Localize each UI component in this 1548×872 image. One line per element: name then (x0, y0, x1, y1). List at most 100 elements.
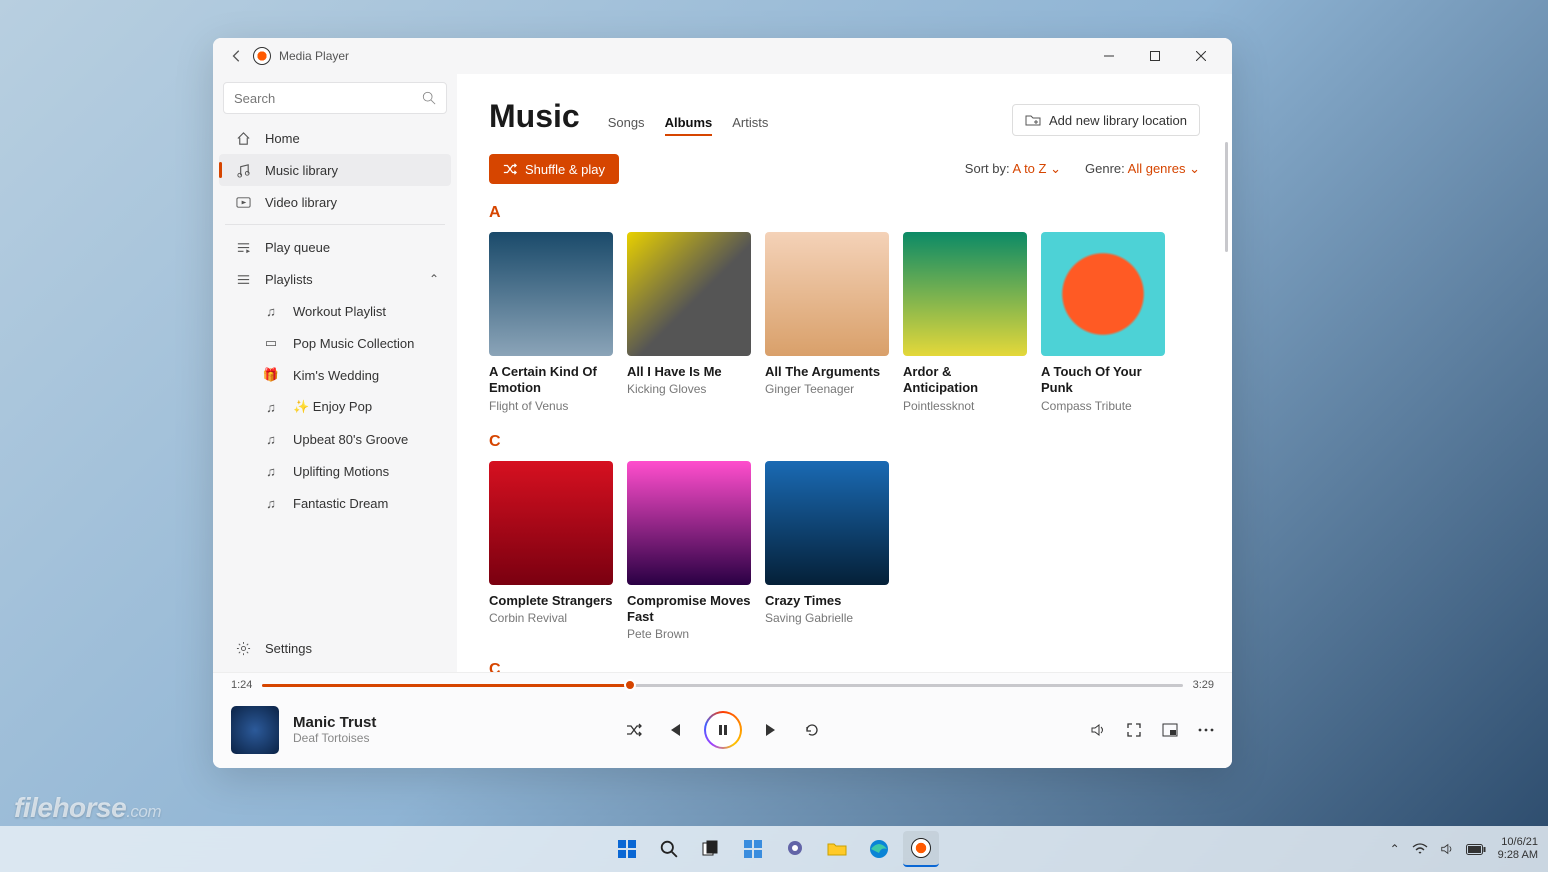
album-title: Complete Strangers (489, 593, 613, 609)
now-playing-artwork[interactable] (231, 706, 279, 754)
play-pause-button[interactable] (704, 711, 742, 749)
sidebar-item-home[interactable]: Home (219, 122, 451, 154)
chevron-down-icon: ⌄ (1189, 161, 1200, 176)
playlist-item[interactable]: ♫Upbeat 80's Groove (219, 423, 451, 455)
system-tray: ⌃ 10/6/21 9:28 AM (1390, 836, 1538, 861)
tab-songs[interactable]: Songs (608, 115, 645, 136)
sidebar-item-play-queue[interactable]: Play queue (219, 231, 451, 263)
playlist-item[interactable]: ♫Workout Playlist (219, 295, 451, 327)
album-card[interactable]: Ardor & AnticipationPointlessknot (903, 232, 1027, 413)
playlist-item[interactable]: ♫Fantastic Dream (219, 487, 451, 519)
minimize-button[interactable] (1086, 38, 1132, 74)
playlist-label: Uplifting Motions (293, 464, 389, 479)
tray-overflow-icon[interactable]: ⌃ (1390, 842, 1400, 856)
playlist-icon (233, 272, 253, 287)
more-button[interactable] (1198, 728, 1214, 732)
volume-tray-icon[interactable] (1440, 842, 1454, 856)
miniplayer-button[interactable] (1162, 722, 1178, 738)
now-playing-title: Manic Trust (293, 714, 376, 731)
widgets-icon[interactable] (735, 831, 771, 867)
shuffle-button[interactable] (624, 720, 644, 740)
album-artist: Saving Gabrielle (765, 611, 889, 625)
album-card[interactable]: A Certain Kind Of Emotion Flight of Venus (489, 232, 613, 413)
genre-label: Genre: (1085, 161, 1125, 176)
album-card[interactable]: All The ArgumentsGinger Teenager (765, 232, 889, 413)
genre-dropdown[interactable]: Genre: All genres ⌄ (1085, 161, 1200, 177)
volume-button[interactable] (1090, 722, 1106, 738)
tab-artists[interactable]: Artists (732, 115, 768, 136)
sidebar-item-label: Play queue (265, 240, 330, 255)
collection-icon: ▭ (261, 335, 281, 351)
home-icon (233, 131, 253, 146)
album-card[interactable]: All I Have Is MeKicking Gloves (627, 232, 751, 413)
search-input[interactable]: Search (223, 82, 447, 114)
album-cover (627, 461, 751, 585)
album-artist: Corbin Revival (489, 611, 613, 625)
folder-add-icon (1025, 113, 1041, 127)
search-taskbar-icon[interactable] (651, 831, 687, 867)
chevron-down-icon: ⌄ (1050, 161, 1061, 176)
toolbar: Shuffle & play Sort by: A to Z ⌄ Genre: … (489, 154, 1200, 184)
section-letter[interactable]: C (489, 661, 1200, 672)
album-cover (765, 232, 889, 356)
section-letter[interactable]: C (489, 433, 1200, 451)
start-button[interactable] (609, 831, 645, 867)
divider (225, 224, 445, 225)
album-cover (489, 461, 613, 585)
shuffle-play-button[interactable]: Shuffle & play (489, 154, 619, 184)
wifi-icon[interactable] (1412, 843, 1428, 855)
section-letter[interactable]: A (489, 204, 1200, 222)
sidebar-item-label: Video library (265, 195, 337, 210)
close-button[interactable] (1178, 38, 1224, 74)
sidebar-item-settings[interactable]: Settings (219, 632, 451, 664)
album-title: Crazy Times (765, 593, 889, 609)
album-card[interactable]: Crazy Times Saving Gabrielle (765, 461, 889, 642)
progress-track[interactable] (262, 684, 1182, 687)
sidebar-item-playlists[interactable]: Playlists ⌃ (219, 263, 451, 295)
music-icon (233, 163, 253, 178)
music-icon: ♫ (261, 400, 281, 415)
album-card[interactable]: Complete Strangers Corbin Revival (489, 461, 613, 642)
task-view-icon[interactable] (693, 831, 729, 867)
album-artist: Compass Tribute (1041, 399, 1165, 413)
sidebar-item-label: Music library (265, 163, 338, 178)
controls-row: Manic Trust Deaf Tortoises (213, 691, 1232, 768)
maximize-button[interactable] (1132, 38, 1178, 74)
playlist-item[interactable]: ♫✨ Enjoy Pop (219, 391, 451, 423)
album-artist: Pointlessknot (903, 399, 1027, 413)
taskbar-center (609, 831, 939, 867)
edge-icon[interactable] (861, 831, 897, 867)
playlist-item[interactable]: ▭Pop Music Collection (219, 327, 451, 359)
media-player-taskbar-icon[interactable] (903, 831, 939, 867)
battery-icon[interactable] (1466, 844, 1486, 855)
file-explorer-icon[interactable] (819, 831, 855, 867)
album-cover (765, 461, 889, 585)
tray-clock[interactable]: 10/6/21 9:28 AM (1498, 836, 1538, 861)
playlist-item[interactable]: 🎁Kim's Wedding (219, 359, 451, 391)
sort-by-dropdown[interactable]: Sort by: A to Z ⌄ (965, 161, 1061, 177)
album-title: A Certain Kind Of Emotion (489, 364, 613, 397)
tab-albums[interactable]: Albums (665, 115, 713, 136)
sidebar-item-video-library[interactable]: Video library (219, 186, 451, 218)
watermark-text: filehorse (14, 792, 126, 823)
progress-knob[interactable] (624, 679, 636, 691)
sidebar-item-label: Playlists (265, 272, 313, 287)
fullscreen-button[interactable] (1126, 722, 1142, 738)
playlist-label: Kim's Wedding (293, 368, 379, 383)
total-time: 3:29 (1193, 679, 1214, 691)
chat-icon[interactable] (777, 831, 813, 867)
album-card[interactable]: A Touch Of Your PunkCompass Tribute (1041, 232, 1165, 413)
album-cover (627, 232, 751, 356)
taskbar: ⌃ 10/6/21 9:28 AM (0, 826, 1548, 872)
sidebar-item-music-library[interactable]: Music library (219, 154, 451, 186)
scrollbar[interactable] (1225, 142, 1228, 252)
repeat-button[interactable] (802, 720, 822, 740)
album-card[interactable]: Compromise Moves FastPete Brown (627, 461, 751, 642)
album-artist: Flight of Venus (489, 399, 613, 413)
album-artist: Pete Brown (627, 627, 751, 641)
add-library-location-button[interactable]: Add new library location (1012, 104, 1200, 136)
playlist-item[interactable]: ♫Uplifting Motions (219, 455, 451, 487)
back-button[interactable] (221, 49, 253, 63)
previous-button[interactable] (664, 720, 684, 740)
next-button[interactable] (762, 720, 782, 740)
